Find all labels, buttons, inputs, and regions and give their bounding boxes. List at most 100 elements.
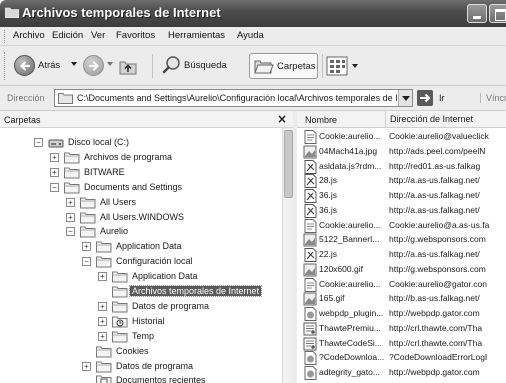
- tree-node[interactable]: Documentos recientes: [82, 373, 282, 383]
- expand-icon[interactable]: +: [98, 301, 107, 311]
- tree-node[interactable]: − Disco local (C:): [34, 135, 282, 150]
- collapse-icon[interactable]: −: [82, 257, 91, 267]
- toolbar-grip[interactable]: [4, 30, 6, 43]
- links-label[interactable]: Vínculos: [480, 93, 506, 103]
- tree-node-label[interactable]: All Users.WINDOWS: [98, 212, 186, 222]
- tree-node[interactable]: + All Users.WINDOWS: [66, 210, 282, 225]
- back-dropdown-icon[interactable]: [71, 62, 77, 66]
- tree-node-label[interactable]: Disco local (C:): [66, 137, 131, 147]
- expand-icon[interactable]: +: [98, 272, 107, 282]
- tree-node-label[interactable]: Archivos de programa: [82, 152, 174, 162]
- file-name[interactable]: 28.js: [319, 175, 389, 185]
- expand-icon[interactable]: +: [50, 152, 59, 162]
- file-name[interactable]: asldata.js?rdm...: [319, 161, 389, 171]
- expand-icon[interactable]: +: [82, 242, 91, 252]
- file-row[interactable]: ThawtePremiu... http://crl.thawte.com/Tha: [297, 321, 506, 336]
- tree-node[interactable]: Cookies: [82, 344, 282, 359]
- views-dropdown-icon[interactable]: [352, 64, 358, 68]
- views-button[interactable]: [326, 55, 360, 77]
- file-row[interactable]: 28.js http://a.as-us.falkag.net/: [297, 173, 506, 189]
- folders-button[interactable]: Carpetas: [249, 53, 318, 79]
- go-label[interactable]: Ir: [439, 93, 445, 103]
- file-row[interactable]: 36.js http://a.as-us.falkag.net/: [297, 188, 506, 203]
- expand-icon[interactable]: +: [66, 212, 75, 222]
- back-button[interactable]: [14, 55, 35, 76]
- tree-node-label[interactable]: Datos de programa: [130, 301, 211, 311]
- file-row[interactable]: Cookie:aurelio... Cookie:aurelio@a.as-us.…: [297, 218, 506, 233]
- address-dropdown-button[interactable]: [398, 90, 412, 106]
- column-header-address[interactable]: Dirección de Internet: [385, 111, 473, 128]
- go-button[interactable]: [417, 90, 433, 106]
- file-row[interactable]: Cookie:aurelio... Cookie:aurelio@valuecli…: [297, 129, 506, 144]
- file-row[interactable]: Cookie:aurelio... Cookie:aurelio@gator.co…: [297, 277, 506, 292]
- file-name[interactable]: 36.js: [319, 205, 389, 215]
- tree-node-label[interactable]: Documents and Settings: [82, 182, 184, 192]
- file-name[interactable]: adtegrity_gato...: [319, 367, 389, 377]
- file-row[interactable]: 5122_BannerI... http://g.websponsors.com: [297, 232, 506, 247]
- tree-node[interactable]: + Historial: [98, 314, 282, 329]
- file-row[interactable]: 04Mach41a.jpg http://ads.peel.com/peelN: [297, 144, 506, 159]
- menu-favoritos[interactable]: Favoritos: [116, 30, 155, 41]
- file-name[interactable]: 120x600.gif: [319, 264, 389, 274]
- file-name[interactable]: webpdp_plugin...: [319, 308, 389, 318]
- file-row[interactable]: ?CodeDownloa... ?CodeDownloadErrorLogI: [297, 350, 506, 366]
- forward-button[interactable]: [83, 55, 104, 76]
- file-name[interactable]: 5122_BannerI...: [319, 234, 389, 244]
- tree-node[interactable]: + Application Data: [82, 239, 282, 254]
- menu-ver[interactable]: Ver: [91, 30, 105, 41]
- tree-node[interactable]: + Application Data: [98, 269, 282, 284]
- expand-icon[interactable]: +: [50, 167, 59, 177]
- file-row[interactable]: 36.js http://a.as-us.falkag.net/: [297, 203, 506, 218]
- tree-node[interactable]: − Documents and Settings: [50, 180, 282, 195]
- file-name[interactable]: 22.js: [319, 249, 389, 259]
- tree-node-label[interactable]: Archivos temporales de Internet: [128, 285, 263, 297]
- search-label[interactable]: Búsqueda: [184, 60, 227, 71]
- tree-node[interactable]: + All Users: [66, 195, 282, 210]
- back-label[interactable]: Atrás: [38, 60, 60, 71]
- toolbar-grip[interactable]: [4, 52, 6, 80]
- tree-node-label[interactable]: Datos de programa: [114, 361, 195, 371]
- tree-node-label[interactable]: Configuración local: [114, 256, 195, 266]
- column-header-name[interactable]: Nombre: [305, 115, 337, 125]
- maximize-button[interactable]: [489, 4, 506, 23]
- file-row[interactable]: asldata.js?rdm... http://red01.as-us.falk…: [297, 159, 506, 174]
- tree-node[interactable]: − Configuración local: [82, 254, 282, 269]
- folder-tree-scrollbar[interactable]: [282, 128, 293, 383]
- search-icon[interactable]: [162, 55, 182, 75]
- menu-herramientas[interactable]: Herramientas: [168, 30, 225, 41]
- menu-ayuda[interactable]: Ayuda: [237, 30, 264, 41]
- forward-dropdown-icon[interactable]: [107, 62, 113, 66]
- file-name[interactable]: Cookie:aurelio...: [319, 279, 389, 289]
- file-name[interactable]: 165.gif: [319, 293, 389, 303]
- expand-icon[interactable]: +: [82, 361, 91, 371]
- tree-node[interactable]: − Aurelio: [66, 224, 282, 239]
- tree-node[interactable]: + Datos de programa: [82, 359, 282, 374]
- file-name[interactable]: Cookie:aurelio...: [319, 220, 389, 230]
- tree-node[interactable]: + Datos de programa: [98, 299, 282, 314]
- tree-node-label[interactable]: Documentos recientes: [114, 375, 208, 383]
- file-name[interactable]: 04Mach41a.jpg: [319, 146, 389, 156]
- collapse-icon[interactable]: −: [34, 138, 43, 147]
- file-row[interactable]: 22.js http://a.as-us.falkag.net/: [297, 247, 506, 262]
- tree-node[interactable]: + Temp: [98, 329, 282, 344]
- file-name[interactable]: ThawteCodeSi...: [319, 338, 389, 348]
- file-name[interactable]: Cookie:aurelio...: [319, 131, 389, 141]
- tree-node-label[interactable]: BITWARE: [82, 167, 127, 177]
- file-row[interactable]: webpdp_plugin... http://webpdp.gator.com: [297, 306, 506, 321]
- file-row[interactable]: adtegrity_gato... http://webpdp.gator.com: [297, 365, 506, 380]
- tree-node-label[interactable]: Temp: [130, 331, 156, 341]
- tree-node-label[interactable]: Aurelio: [98, 226, 130, 236]
- tree-node[interactable]: Archivos temporales de Internet: [98, 284, 282, 299]
- file-name[interactable]: ThawtePremiu...: [319, 323, 389, 333]
- expand-icon[interactable]: +: [66, 197, 75, 207]
- menu-archivo[interactable]: Archivo: [13, 30, 45, 41]
- tree-node[interactable]: + Archivos de programa: [50, 150, 282, 165]
- tree-node-label[interactable]: Application Data: [130, 271, 200, 281]
- file-name[interactable]: 36.js: [319, 190, 389, 200]
- tree-node-label[interactable]: Application Data: [114, 241, 184, 251]
- tree-node[interactable]: + BITWARE: [50, 165, 282, 180]
- address-value[interactable]: C:\Documents and Settings\Aurelio\Config…: [77, 93, 397, 103]
- file-row[interactable]: 120x600.gif http://g.websponsors.com: [297, 262, 506, 277]
- collapse-icon[interactable]: −: [66, 227, 75, 237]
- expand-icon[interactable]: +: [98, 316, 107, 326]
